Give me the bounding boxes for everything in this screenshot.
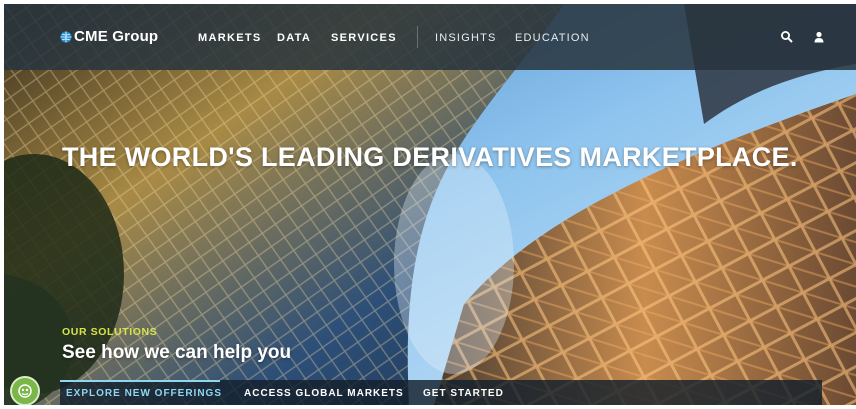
tab-explore-new-offerings[interactable]: EXPLORE NEW OFFERINGS — [66, 388, 222, 399]
top-nav: CME Group MARKETS DATA SERVICES INSIGHTS… — [4, 4, 856, 70]
solutions-eyebrow: OUR SOLUTIONS — [62, 326, 158, 338]
search-icon[interactable] — [780, 30, 794, 44]
hero-headline: THE WORLD'S LEADING DERIVATIVES MARKETPL… — [62, 142, 798, 172]
brand-name: CME Group — [74, 28, 159, 45]
globe-icon — [60, 31, 72, 42]
nav-data[interactable]: DATA — [277, 32, 311, 44]
chat-icon — [18, 384, 32, 398]
tab-get-started[interactable]: GET STARTED — [423, 388, 504, 399]
cme-logo[interactable]: CME Group — [60, 28, 158, 45]
nav-services[interactable]: SERVICES — [331, 32, 397, 44]
nav-divider — [417, 26, 418, 48]
tab-access-global-markets[interactable]: ACCESS GLOBAL MARKETS — [244, 388, 404, 399]
hero-subheading: See how we can help you — [62, 342, 292, 363]
nav-insights[interactable]: INSIGHTS — [435, 32, 497, 44]
nav-markets[interactable]: MARKETS — [198, 32, 262, 44]
active-tab-indicator — [60, 380, 220, 382]
page: CME Group MARKETS DATA SERVICES INSIGHTS… — [4, 4, 856, 405]
chat-button[interactable] — [10, 376, 40, 405]
nav-education[interactable]: EDUCATION — [515, 32, 590, 44]
solutions-tabs: EXPLORE NEW OFFERINGS ACCESS GLOBAL MARK… — [60, 380, 822, 405]
user-icon[interactable] — [812, 30, 826, 44]
